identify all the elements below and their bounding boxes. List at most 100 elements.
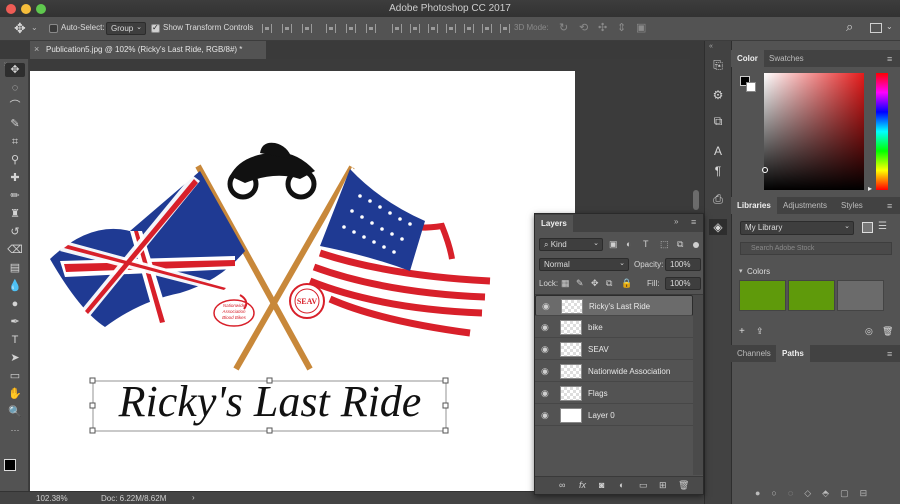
layer-row[interactable]: ◉ Nationwide Association [535,361,693,382]
hand-tool-icon[interactable]: ✋ [5,387,25,401]
new-group-icon[interactable]: ▭ [639,480,648,491]
paragraph-panel-icon[interactable]: ¶ [709,163,727,179]
add-content-icon[interactable]: + [739,326,745,337]
filter-type-icon[interactable]: T [643,239,649,249]
lock-all-icon[interactable]: 🔒 [621,278,632,289]
distribute-vcenter-icon[interactable] [410,24,420,33]
rectangle-tool-icon[interactable]: ▭ [5,369,25,383]
colors-section-toggle-icon[interactable]: ▾ [739,267,743,275]
tab-libraries[interactable]: Libraries [731,197,777,214]
tab-channels[interactable]: Channels [731,345,777,362]
layer-row[interactable]: ◉ SEAV [535,339,693,360]
align-left-icon[interactable] [326,24,336,33]
panel-menu-icon[interactable]: ≡ [691,217,696,227]
library-dropdown[interactable]: My Library ⌄ [740,221,854,235]
tool-preset-chevron-icon[interactable]: ⌄ [31,23,38,32]
zoom-tool-icon[interactable]: 🔍 [5,405,25,419]
history-panel-icon[interactable]: ⎘ [709,57,727,73]
tab-color[interactable]: Color [731,50,764,67]
filter-smart-object-icon[interactable]: ⧉ [677,239,683,250]
properties-panel-icon[interactable]: ⚙ [709,87,727,103]
filter-toggle-icon[interactable] [693,242,699,248]
auto-select-dropdown[interactable]: Group ⌄ [106,22,146,35]
align-bottom-icon[interactable] [302,24,312,33]
history-brush-tool-icon[interactable]: ↺ [5,225,25,239]
filter-adjustment-icon[interactable]: ◐ [626,239,631,249]
blur-tool-icon[interactable]: 💧 [5,279,25,293]
new-layer-icon[interactable]: ⊞ [659,480,667,491]
collapse-icon[interactable]: « [709,43,713,50]
tab-swatches[interactable]: Swatches [763,50,810,67]
clone-stamp-tool-icon[interactable]: ♜ [5,207,25,221]
workspace-chevron-icon[interactable]: ⌄ [886,22,893,31]
tab-adjustments[interactable]: Adjustments [777,197,833,214]
3d-slide-icon[interactable]: ⇕ [617,21,626,34]
layer-style-icon[interactable]: fx [579,480,586,490]
library-color-swatch-3[interactable] [837,280,884,311]
tab-styles[interactable]: Styles [835,197,869,214]
layer-row[interactable]: ◉ Flags [535,383,693,404]
visibility-eye-icon[interactable]: ◉ [541,322,549,333]
foreground-color-swatch[interactable] [4,459,16,471]
distribute-top-icon[interactable] [392,24,402,33]
visibility-eye-icon[interactable]: ◉ [541,344,549,355]
quick-select-tool-icon[interactable]: ✎ [5,117,25,131]
distribute-left-icon[interactable] [446,24,456,33]
color-picker-handle[interactable] [762,167,768,173]
upload-icon[interactable]: ⇪ [756,326,764,337]
show-transform-checkbox[interactable] [151,23,160,33]
blend-mode-dropdown[interactable]: Normal ⌄ [539,258,629,271]
add-mask-icon[interactable]: ◙ [599,480,604,490]
color-background-swatch[interactable] [746,82,756,92]
paths-footer-icons[interactable]: ●○◌◇⬘▢⊟ [755,488,878,499]
distribute-bottom-icon[interactable] [428,24,438,33]
tab-paths[interactable]: Paths [776,345,810,362]
search-icon[interactable]: ⌕ [846,19,853,35]
layers-panel-title[interactable]: Layers [535,215,573,232]
status-menu-arrow-icon[interactable]: › [192,493,195,502]
zoom-level[interactable]: 102.38% [36,494,68,503]
library-color-swatch-1[interactable] [739,280,786,311]
3d-scale-icon[interactable]: ▣ [636,21,646,34]
delete-layer-icon[interactable]: 🗑 [678,480,689,491]
lasso-tool-icon[interactable]: ⌒ [5,99,25,113]
opacity-input[interactable]: 100% [665,258,701,271]
scrollbar-thumb[interactable] [693,190,699,210]
type-tool-icon[interactable]: T [5,333,25,347]
hue-slider-handle-icon[interactable]: ▸ [868,184,872,193]
visibility-eye-icon[interactable]: ◉ [541,366,549,377]
align-top-icon[interactable] [262,24,272,33]
adjustment-layer-icon[interactable]: ◐ [619,480,624,490]
brush-tool-icon[interactable]: ✏ [5,189,25,203]
layer-filter-dropdown[interactable]: ⌕ Kind ⌄ [539,238,603,251]
glyphs-panel-icon[interactable]: ⎙ [709,191,727,207]
layer-row[interactable]: ◉ Ricky's Last Ride [535,295,693,316]
distribute-hcenter-icon[interactable] [464,24,474,33]
collapse-icon[interactable]: » [674,217,678,226]
list-view-icon[interactable]: ☰ [878,221,887,232]
fill-input[interactable]: 100% [665,277,701,290]
move-tool-icon[interactable]: ✥ [5,63,25,77]
filter-shape-icon[interactable]: ⬚ [660,239,669,250]
panel-menu-icon[interactable]: ≡ [887,349,892,359]
align-right-icon[interactable] [366,24,376,33]
dodge-tool-icon[interactable]: ● [5,297,25,311]
tab-document[interactable]: Publication5.jpg @ 102% (Ricky's Last Ri… [30,41,266,59]
path-selection-tool-icon[interactable]: ➤ [5,351,25,365]
panel-menu-icon[interactable]: ≡ [887,54,892,64]
more-tools-icon[interactable]: ··· [5,423,25,437]
close-tab-icon[interactable]: × [34,44,39,54]
marquee-tool-icon[interactable]: ◌ [5,81,25,95]
pen-tool-icon[interactable]: ✒ [5,315,25,329]
filter-pixel-icon[interactable]: ▣ [609,239,618,250]
align-vcenter-icon[interactable] [282,24,292,33]
distribute-right-icon[interactable] [482,24,492,33]
document-canvas[interactable]: Nationwide Association Blood Bikes SEAV … [30,71,575,491]
3d-orbit-icon[interactable]: ↻ [559,21,568,34]
auto-select-checkbox[interactable] [49,24,58,33]
lock-artboard-icon[interactable]: ⧉ [606,278,612,289]
align-hcenter-icon[interactable] [346,24,356,33]
layers-panel-icon[interactable]: ◈ [709,219,727,235]
move-tool-icon[interactable]: ✥ [14,20,26,37]
layer-row[interactable]: ◉ Layer 0 [535,405,693,426]
